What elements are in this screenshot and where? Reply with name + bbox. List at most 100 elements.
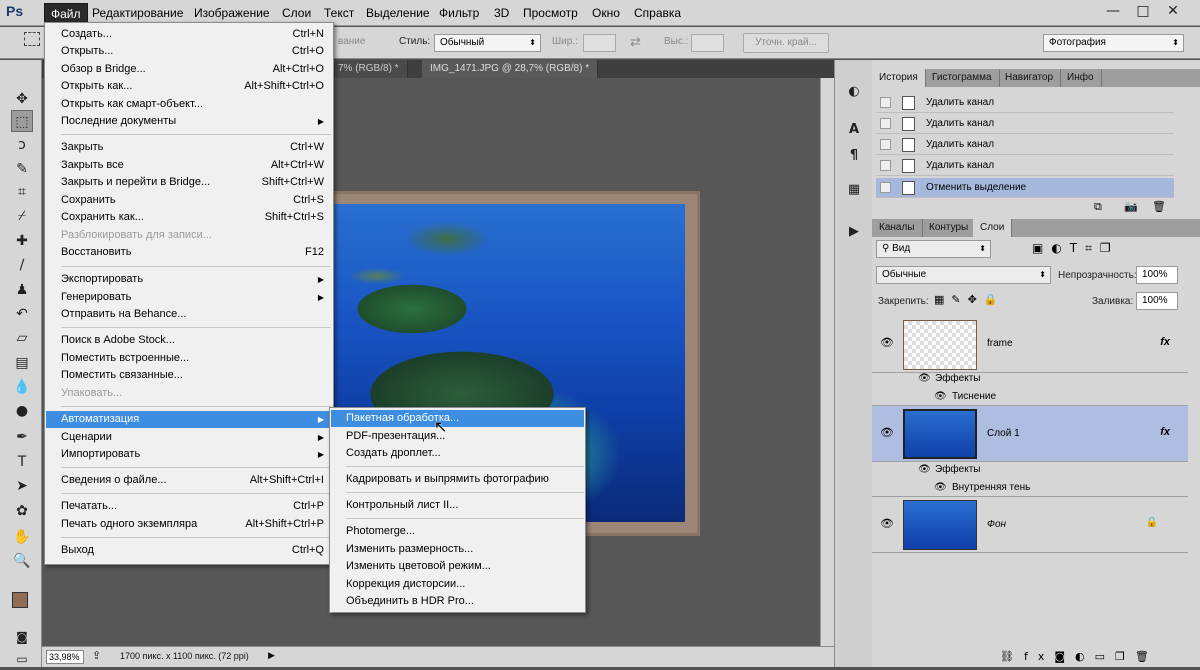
menu-item-place-linked[interactable]: Поместить связанные... [46, 367, 332, 384]
tab-navigator[interactable]: Навигатор [998, 69, 1062, 87]
history-row[interactable]: Удалить канал [876, 135, 1174, 155]
menu-item-pdf-presentation[interactable]: PDF-презентация... [331, 428, 584, 445]
tab-histogram[interactable]: Гистограмма [925, 69, 1000, 87]
lock-icons[interactable]: ▦✎✥🔒 [934, 293, 1005, 306]
menu-item-exit[interactable]: Выход Ctrl+Q [46, 542, 332, 559]
menu-filter[interactable]: Фильтр [433, 3, 485, 23]
layer-row-frame[interactable]: 👁 frame fx [872, 316, 1188, 373]
foreground-color-swatch[interactable] [12, 592, 28, 608]
eye-icon[interactable]: 👁 [880, 336, 894, 349]
layer-filter-select[interactable]: ⚲ Вид ⬍ [876, 240, 991, 258]
menu-item-contact-sheet[interactable]: Контрольный лист II... [331, 497, 584, 514]
maximize-button[interactable]: □ [1128, 0, 1158, 22]
eye-icon[interactable]: 👁 [934, 388, 947, 406]
quick-select-tool-icon[interactable]: ✎ [11, 158, 33, 180]
menu-item-photomerge[interactable]: Photomerge... [331, 523, 584, 540]
layers-footer-icons[interactable]: ⛓fx◙◐▭❐🗑 [1000, 650, 1159, 663]
dodge-tool-icon[interactable]: ● [11, 400, 33, 422]
paragraph-panel-icon[interactable]: ¶ [843, 146, 865, 166]
menu-item-create-droplet[interactable]: Создать дроплет... [331, 445, 584, 462]
hand-tool-icon[interactable]: ✋ [11, 526, 33, 548]
character-panel-icon[interactable]: A [843, 120, 865, 140]
healing-tool-icon[interactable]: ✚ [11, 230, 33, 252]
menu-item-fit-image[interactable]: Изменить размерность... [331, 541, 584, 558]
path-select-icon[interactable]: ➤ [11, 475, 33, 497]
history-row-selected[interactable]: Отменить выделение [876, 178, 1174, 198]
menu-item-automate[interactable]: Автоматизация ▶ [46, 411, 332, 428]
status-arrow-icon[interactable]: ▶ [268, 650, 275, 661]
menu-item-close-bridge[interactable]: Закрыть и перейти в Bridge... Shift+Ctrl+… [46, 174, 332, 191]
text-tool-icon[interactable]: T [11, 451, 33, 473]
tab-layers[interactable]: Слои [973, 219, 1013, 237]
menu-item-lens-correction[interactable]: Коррекция дисторсии... [331, 576, 584, 593]
zoom-tool-icon[interactable]: 🔍 [11, 550, 33, 572]
menu-item-generate[interactable]: Генерировать ▶ [46, 289, 332, 306]
menu-item-export[interactable]: Экспортировать ▶ [46, 271, 332, 288]
style-select[interactable]: Обычный ⬍ [434, 34, 541, 52]
menu-help[interactable]: Справка [628, 3, 687, 23]
menu-item-crop-straighten[interactable]: Кадрировать и выпрямить фотографию [331, 471, 584, 488]
menu-item-revert[interactable]: Восстановить F12 [46, 244, 332, 261]
menu-item-save-as[interactable]: Сохранить как... Shift+Ctrl+S [46, 209, 332, 226]
brush-tool-icon[interactable]: ∕ [11, 254, 33, 276]
tab-history[interactable]: История [872, 69, 926, 87]
blur-tool-icon[interactable]: 💧 [11, 376, 33, 398]
menu-item-conditional-mode[interactable]: Изменить цветовой режим... [331, 558, 584, 575]
tab-channels[interactable]: Каналы [872, 219, 923, 237]
color-panel-icon[interactable]: ◐ [843, 82, 865, 102]
menu-item-print[interactable]: Печатать... Ctrl+P [46, 498, 332, 515]
menu-item-adobe-stock[interactable]: Поиск в Adobe Stock... [46, 332, 332, 349]
menu-item-file-info[interactable]: Сведения о файле... Alt+Shift+Ctrl+I [46, 472, 332, 489]
effect-row[interactable]: 👁 Тиснение [872, 388, 1188, 406]
history-row[interactable]: Удалить канал [876, 156, 1174, 176]
zoom-field[interactable]: 33,98% [46, 650, 84, 664]
fx-icon[interactable]: fx [1160, 426, 1170, 438]
menu-item-open-smart[interactable]: Открыть как смарт-объект... [46, 96, 332, 113]
history-checkbox[interactable] [880, 182, 891, 193]
history-checkbox[interactable] [880, 139, 891, 150]
move-tool-icon[interactable]: ✥ [11, 88, 33, 110]
menu-item-behance[interactable]: Отправить на Behance... [46, 306, 332, 323]
menu-3d[interactable]: 3D [488, 3, 515, 23]
menu-item-browse-bridge[interactable]: Обзор в Bridge... Alt+Ctrl+O [46, 61, 332, 78]
trash-icon[interactable]: 🗑 [1152, 200, 1166, 213]
eraser-tool-icon[interactable]: ▱ [11, 327, 33, 349]
menu-select[interactable]: Выделение [360, 3, 436, 23]
menu-edit[interactable]: Редактирование [86, 3, 189, 23]
layer-row-selected[interactable]: 👁 Слой 1 fx [872, 406, 1188, 462]
menu-item-save[interactable]: Сохранить Ctrl+S [46, 192, 332, 209]
history-row[interactable]: Удалить канал [876, 114, 1174, 134]
tab-document-1[interactable]: 7% (RGB/8) * [330, 60, 408, 78]
close-button[interactable]: ✕ [1158, 0, 1188, 22]
menu-item-open-as[interactable]: Открыть как... Alt+Shift+Ctrl+O [46, 78, 332, 95]
history-checkbox[interactable] [880, 160, 891, 171]
menu-item-merge-hdr[interactable]: Объединить в HDR Pro... [331, 593, 584, 610]
share-icon[interactable]: ⇪ [92, 649, 101, 662]
actions-panel-icon[interactable]: ▶ [843, 222, 865, 242]
menu-window[interactable]: Окно [586, 3, 626, 23]
history-checkbox[interactable] [880, 118, 891, 129]
menu-item-new[interactable]: Создать... Ctrl+N [46, 26, 332, 43]
snapshot-icon[interactable]: 📷 [1124, 200, 1138, 213]
menu-image[interactable]: Изображение [188, 3, 276, 23]
minimize-button[interactable]: — [1098, 0, 1128, 22]
effects-row[interactable]: 👁 Эффекты [872, 370, 1188, 388]
menu-item-close[interactable]: Закрыть Ctrl+W [46, 139, 332, 156]
marquee-preset-icon[interactable] [24, 32, 40, 46]
pen-tool-icon[interactable]: ✒ [11, 426, 33, 448]
history-brush-icon[interactable]: ↶ [11, 303, 33, 325]
eye-icon[interactable]: 👁 [934, 479, 947, 497]
tab-info[interactable]: Инфо [1060, 69, 1102, 87]
tab-document-2[interactable]: IMG_1471.JPG @ 28,7% (RGB/8) * [422, 60, 599, 78]
lasso-tool-icon[interactable]: ↄ [11, 134, 33, 156]
eyedropper-tool-icon[interactable]: ⌿ [11, 205, 33, 227]
workspace-select[interactable]: Фотография ⬍ [1043, 34, 1184, 52]
effect-row[interactable]: 👁 Внутренняя тень [872, 479, 1188, 497]
shape-tool-icon[interactable]: ✿ [11, 500, 33, 522]
eye-icon[interactable]: 👁 [880, 517, 894, 530]
blend-mode-select[interactable]: Обычные ⬍ [876, 266, 1051, 284]
eye-icon[interactable]: 👁 [880, 426, 894, 439]
history-row[interactable]: Удалить канал [876, 93, 1174, 113]
menu-item-batch[interactable]: Пакетная обработка... [331, 410, 584, 427]
menu-item-recent[interactable]: Последние документы ▶ [46, 113, 332, 130]
